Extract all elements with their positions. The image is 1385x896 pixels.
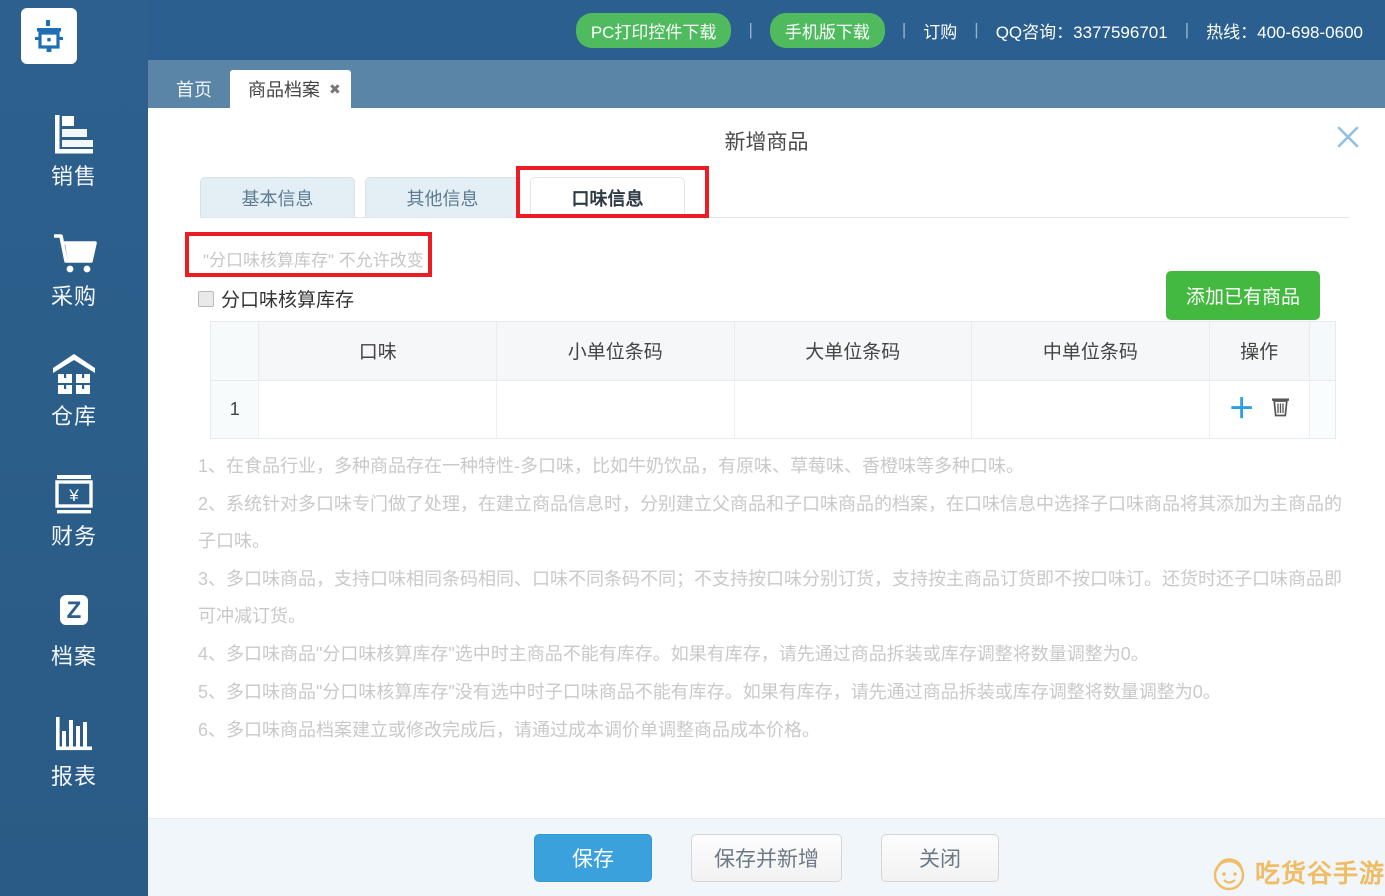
split-flavor-stock-checkbox[interactable]: [198, 290, 214, 307]
browser-tab-strip: 首页 商品档案 ✖: [148, 60, 1385, 108]
pc-print-plugin-download-button[interactable]: PC打印控件下载: [575, 12, 732, 48]
report-bars-icon: [49, 708, 99, 760]
app-logo[interactable]: [21, 8, 77, 64]
tab-label: 基本信息: [241, 188, 314, 209]
add-row-icon[interactable]: ＋: [1228, 395, 1255, 423]
hotline-text: 热线：400-698-0600: [1206, 22, 1363, 42]
browser-tab-label: 首页: [176, 80, 212, 100]
readonly-note: "分口味核算库存" 不允许改变: [203, 251, 424, 270]
column-header-index: [211, 322, 260, 381]
separator: |: [901, 20, 907, 39]
column-header-flavor: 口味: [258, 322, 497, 381]
sidebar-item-label: 财务: [50, 524, 97, 549]
instruction-line: 5、多口味商品"分口味核算库存"没有选中时子口味商品不能有库存。如果有库存，请先…: [198, 682, 1221, 702]
dialog-footer: 保存 保存并新增 关闭: [148, 818, 1385, 896]
cell-medium-unit-barcode[interactable]: [971, 380, 1210, 438]
browser-tab-product-archive[interactable]: 商品档案 ✖: [230, 70, 351, 108]
sidebar-nav: 销售 采购 仓库 ¥ 财务 Z 档案 报表: [0, 100, 148, 820]
sidebar-item-label: 档案: [50, 644, 97, 669]
browser-tab-home[interactable]: 首页: [158, 70, 230, 108]
table-header-row: 口味 小单位条码 大单位条码 中单位条码 操作: [211, 322, 1335, 381]
sidebar-item-label: 采购: [50, 284, 97, 309]
cell-large-unit-barcode[interactable]: [734, 380, 973, 438]
close-button[interactable]: 关闭: [881, 833, 999, 882]
flavor-table: 口味 小单位条码 大单位条码 中单位条码 操作 1 ＋: [210, 321, 1336, 439]
tab-basic-info[interactable]: 基本信息: [200, 177, 355, 217]
product-dialog: 新增商品 基本信息 其他信息 口味信息 "分口味核算库存" 不允许改变 分口味核…: [148, 108, 1385, 896]
column-header-operation: 操作: [1209, 322, 1310, 381]
instruction-line: 6、多口味商品档案建立或修改完成后，请通过成本调价单调整商品成本价格。: [198, 720, 821, 740]
separator: |: [1184, 20, 1190, 39]
top-action-bar: PC打印控件下载 | 手机版下载 | 订购 | QQ咨询：3377596701 …: [148, 0, 1385, 60]
finance-yuan-icon: ¥: [49, 468, 99, 520]
sidebar-item-label: 仓库: [50, 404, 97, 429]
qq-consult-text: QQ咨询：3377596701: [995, 22, 1168, 42]
tab-label: 其他信息: [406, 188, 479, 209]
tab-flavor-info[interactable]: 口味信息: [530, 177, 685, 217]
delete-row-icon[interactable]: [1271, 396, 1290, 422]
save-button[interactable]: 保存: [534, 833, 652, 882]
column-header-small-unit-barcode: 小单位条码: [496, 322, 735, 381]
sidebar-item-warehouse[interactable]: 仓库: [0, 340, 148, 460]
close-icon[interactable]: [1331, 120, 1365, 154]
separator: |: [974, 20, 979, 39]
dialog-tabs: 基本信息 其他信息 口味信息: [200, 174, 1350, 218]
cell-operations: ＋: [1209, 380, 1310, 438]
split-flavor-stock-label: 分口味核算库存: [221, 290, 355, 311]
row-index: 1: [211, 380, 260, 438]
sidebar-item-report[interactable]: 报表: [0, 700, 148, 820]
tab-label: 口味信息: [571, 188, 644, 209]
mobile-version-download-button[interactable]: 手机版下载: [769, 12, 885, 48]
cell-small-unit-barcode[interactable]: [496, 380, 735, 438]
instruction-list: 1、在食品行业，多种商品存在一种特性-多口味，比如牛奶饮品，有原味、草莓味、香橙…: [198, 448, 1358, 750]
cell-spacer: [1309, 380, 1335, 438]
instruction-line: 2、系统针对多口味专门做了处理，在建立商品信息时，分别建立父商品和子口味商品的档…: [198, 494, 1343, 551]
cell-flavor[interactable]: [258, 380, 497, 438]
left-sidebar: 销售 采购 仓库 ¥ 财务 Z 档案 报表: [0, 0, 148, 896]
svg-text:Z: Z: [67, 597, 82, 624]
sidebar-item-label: 销售: [50, 164, 97, 189]
close-icon[interactable]: ✖: [329, 81, 341, 98]
page-title: 新增商品: [724, 131, 809, 154]
instruction-line: 4、多口味商品"分口味核算库存"选中时主商品不能有库存。如果有库存，请先通过商品…: [198, 644, 1149, 664]
table-row[interactable]: 1 ＋: [211, 380, 1335, 438]
shopping-cart-icon: [49, 228, 99, 280]
sales-chart-icon: [49, 108, 99, 160]
sidebar-item-sales[interactable]: 销售: [0, 100, 148, 220]
column-header-medium-unit-barcode: 中单位条码: [971, 322, 1210, 381]
sidebar-item-archive[interactable]: Z 档案: [0, 580, 148, 700]
tab-other-info[interactable]: 其他信息: [365, 177, 520, 217]
separator: |: [748, 20, 753, 39]
column-header-spacer: [1309, 322, 1335, 381]
sidebar-item-label: 报表: [50, 764, 97, 789]
column-header-large-unit-barcode: 大单位条码: [734, 322, 973, 381]
instruction-line: 3、多口味商品，支持口味相同条码相同、口味不同条码不同；不支持按口味分别订货，支…: [198, 569, 1343, 626]
sidebar-item-finance[interactable]: ¥ 财务: [0, 460, 148, 580]
add-existing-product-button[interactable]: 添加已有商品: [1165, 271, 1320, 320]
split-flavor-stock-checkbox-row[interactable]: 分口味核算库存: [198, 285, 354, 312]
sidebar-item-purchase[interactable]: 采购: [0, 220, 148, 340]
app-root: 销售 采购 仓库 ¥ 财务 Z 档案 报表 PC打印控件下载 | 手机版下载 |…: [0, 0, 1385, 896]
instruction-line: 1、在食品行业，多种商品存在一种特性-多口味，比如牛奶饮品，有原味、草莓味、香橙…: [198, 456, 1025, 476]
svg-text:¥: ¥: [68, 486, 79, 505]
archive-z-icon: Z: [49, 588, 99, 640]
browser-tab-label: 商品档案: [248, 80, 320, 100]
save-and-new-button[interactable]: 保存并新增: [691, 833, 842, 882]
order-link[interactable]: 订购: [923, 18, 957, 43]
warehouse-icon: [49, 348, 99, 400]
